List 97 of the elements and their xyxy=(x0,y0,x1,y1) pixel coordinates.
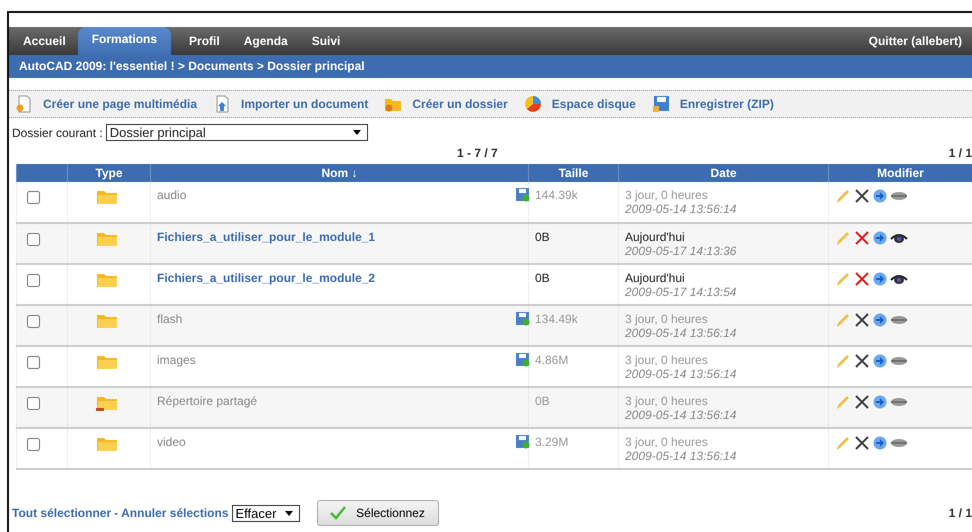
column-header[interactable]: Modifier xyxy=(828,164,972,182)
size-text: 0B xyxy=(535,230,551,244)
toolbar-link[interactable]: Espace disque xyxy=(552,97,636,111)
pencil-icon xyxy=(835,353,851,369)
row-checkbox[interactable] xyxy=(27,191,40,204)
folder-name[interactable]: video xyxy=(157,435,186,449)
age-text: Aujourd'hui xyxy=(625,271,686,285)
age-text: 3 jour, 0 heures xyxy=(625,353,709,367)
date-text: 2009-05-17 14:13:54 xyxy=(625,285,738,299)
page-count: 1 / 1 xyxy=(948,146,972,160)
age-text: 3 jour, 0 heures xyxy=(625,312,709,326)
column-header[interactable]: Type xyxy=(68,164,150,182)
arrow-icon xyxy=(873,189,887,203)
size-text: 134.49k xyxy=(535,312,579,326)
nav-tab[interactable]: Formations xyxy=(78,27,172,55)
folder-icon xyxy=(96,230,118,247)
nav-tab[interactable]: Suivi xyxy=(300,34,352,55)
toolbar-link[interactable]: Importer un document xyxy=(241,97,368,111)
pencil-icon xyxy=(835,435,851,451)
pencil-icon xyxy=(835,188,851,204)
delete-x-icon xyxy=(854,188,870,204)
toolbar-link[interactable]: Créer une page multimédia xyxy=(43,97,198,111)
date-text: 2009-05-17 14:13:36 xyxy=(625,244,738,258)
delete-x-icon xyxy=(854,394,870,410)
age-text: 3 jour, 0 heures xyxy=(625,188,709,202)
caret-icon xyxy=(352,130,361,135)
row-checkbox[interactable] xyxy=(27,315,40,328)
date-text: 2009-05-14 13:56:14 xyxy=(625,449,738,463)
folder-icon xyxy=(96,353,118,370)
date-text: 2009-05-14 13:56:14 xyxy=(625,367,738,381)
checkmark-icon xyxy=(330,506,346,520)
size-text: 0B xyxy=(535,271,551,285)
page-count: 1 / 1 xyxy=(948,506,972,520)
header-cell xyxy=(16,164,68,182)
folder-name[interactable]: Fichiers_a_utiliser_pour_le_module_1 xyxy=(157,230,376,244)
nav-tab[interactable]: Accueil xyxy=(11,34,78,55)
folder-name[interactable]: flash xyxy=(157,312,182,326)
size-text: 144.39k xyxy=(535,188,579,202)
row-checkbox[interactable] xyxy=(27,274,40,287)
select-button[interactable]: Sélectionnez xyxy=(316,500,438,526)
nav-tab[interactable]: Profil xyxy=(177,34,232,55)
row-checkbox[interactable] xyxy=(27,356,40,369)
folder-icon xyxy=(96,312,118,329)
arrow-icon xyxy=(873,313,887,327)
pencil-icon xyxy=(835,312,851,328)
folder-icon xyxy=(96,188,118,205)
column-header[interactable]: Date xyxy=(618,164,828,182)
folder-select[interactable]: Dossier principal xyxy=(106,124,368,141)
item-range: 1 - 7 / 7 xyxy=(457,146,498,160)
delete-x-icon xyxy=(854,353,870,369)
arrow-icon xyxy=(873,395,887,409)
shared-folder-icon xyxy=(96,394,118,411)
age-text: 3 jour, 0 heures xyxy=(625,435,709,449)
delete-x-icon xyxy=(854,312,870,328)
arrow-icon xyxy=(873,354,887,368)
logout-link[interactable]: Quitter (allebert) xyxy=(858,34,972,55)
separator-text: - xyxy=(114,506,118,520)
row-checkbox[interactable] xyxy=(27,397,40,410)
delete-x-icon xyxy=(854,230,870,246)
folder-icon xyxy=(96,271,118,288)
pie-chart-icon xyxy=(524,95,542,113)
arrow-icon xyxy=(873,231,887,245)
date-text: 2009-05-14 13:56:14 xyxy=(625,202,738,216)
folder-icon xyxy=(96,435,118,452)
arrow-icon xyxy=(873,436,887,450)
action-select[interactable]: Effacer xyxy=(232,504,300,522)
eye-icon xyxy=(890,232,908,244)
folder-name[interactable]: images xyxy=(157,353,196,367)
nav-tab[interactable]: Agenda xyxy=(232,34,300,55)
delete-x-icon xyxy=(854,271,870,287)
folder-name[interactable]: Répertoire partagé xyxy=(157,394,258,408)
current-folder-label: Dossier courant : xyxy=(12,126,103,140)
row-checkbox[interactable] xyxy=(27,233,40,246)
pencil-icon xyxy=(835,230,851,246)
size-text: 3.29M xyxy=(535,435,570,449)
pencil-icon xyxy=(835,271,851,287)
clear-selection-link[interactable]: Annuler sélections xyxy=(121,506,228,520)
arrow-icon xyxy=(873,272,887,286)
size-text: 0B xyxy=(535,394,551,408)
caret-icon xyxy=(284,510,292,516)
date-text: 2009-05-14 13:56:14 xyxy=(625,408,738,422)
eye-icon xyxy=(890,273,908,285)
folder-name[interactable]: Fichiers_a_utiliser_pour_le_module_2 xyxy=(157,271,376,285)
delete-x-icon xyxy=(854,435,870,451)
column-header[interactable]: Taille xyxy=(528,164,618,182)
select-all-link[interactable]: Tout sélectionner xyxy=(12,506,112,520)
toolbar-link[interactable]: Enregistrer (ZIP) xyxy=(680,97,774,111)
breadcrumb: AutoCAD 2009: l'essentiel ! > Documents > Dossier principal xyxy=(9,55,972,78)
size-text: 4.86M xyxy=(535,353,570,367)
row-checkbox[interactable] xyxy=(27,438,40,451)
pencil-icon xyxy=(835,394,851,410)
age-text: Aujourd'hui xyxy=(625,230,686,244)
column-header[interactable]: Nom ↓ xyxy=(150,164,528,182)
date-text: 2009-05-14 13:56:14 xyxy=(625,326,738,340)
toolbar-link[interactable]: Créer un dossier xyxy=(412,97,508,111)
age-text: 3 jour, 0 heures xyxy=(625,394,709,408)
folder-name[interactable]: audio xyxy=(157,188,186,202)
